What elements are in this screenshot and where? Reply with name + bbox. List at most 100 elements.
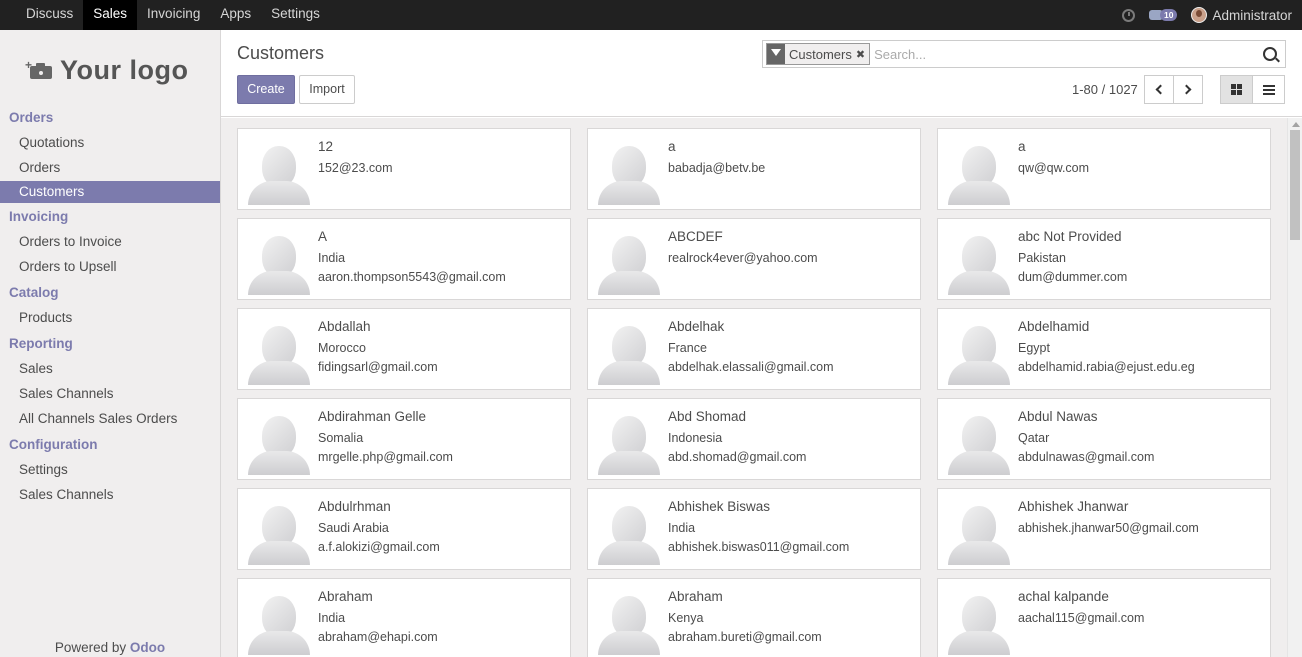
sidebar-item-orders[interactable]: Orders [0,155,220,180]
facet-label: Customers [789,46,852,62]
kanban-icon [1231,84,1242,95]
customer-detail-1: Saudi Arabia [318,521,389,535]
avatar-placeholder-icon [598,323,660,385]
sidebar-item-sales[interactable]: Sales [0,356,220,381]
customer-detail-2: abdelhak.elassali@gmail.com [668,360,834,374]
customer-detail-2: abdulnawas@gmail.com [1018,450,1155,464]
sidebar-item-quotations[interactable]: Quotations [0,130,220,155]
sidebar-item-sales-channels[interactable]: Sales Channels [0,482,220,507]
customer-card[interactable]: achal kalpande aachal115@gmail.com [937,578,1271,657]
sidebar-item-sales-channels[interactable]: Sales Channels [0,381,220,406]
customer-detail-1: abhishek.jhanwar50@gmail.com [1018,521,1199,535]
customer-card[interactable]: Abraham Kenya abraham.bureti@gmail.com [587,578,921,657]
avatar-placeholder-icon [248,593,310,655]
customer-detail-2: mrgelle.php@gmail.com [318,450,453,464]
chevron-left-icon [1155,84,1166,95]
customer-card[interactable]: 12 152@23.com [237,128,571,210]
topmenu-item-discuss[interactable]: Discuss [16,0,83,30]
import-button[interactable]: Import [299,75,355,104]
customer-card[interactable]: Abhishek Jhanwar abhishek.jhanwar50@gmail… [937,488,1271,570]
topmenu-item-apps[interactable]: Apps [210,0,261,30]
avatar-placeholder-icon [598,143,660,205]
systray: 10 Administrator [1122,0,1292,30]
customer-detail-1: Kenya [668,611,704,625]
customer-detail-1: India [318,251,346,265]
customer-detail-2: abhishek.biswas011@gmail.com [668,540,850,554]
topmenu-item-settings[interactable]: Settings [261,0,330,30]
customer-name: Abraham [668,589,723,604]
avatar-placeholder-icon [948,323,1010,385]
customer-name: Abdallah [318,319,371,334]
sidebar-item-all-channels-sales-orders[interactable]: All Channels Sales Orders [0,406,220,431]
company-logo[interactable]: + Your logo [25,50,200,90]
customer-card[interactable]: a qw@qw.com [937,128,1271,210]
customer-name: Abdulrhman [318,499,391,514]
customer-card[interactable]: Abhishek Biswas India abhishek.biswas011@g… [587,488,921,570]
create-button[interactable]: Create [237,75,295,104]
search-input[interactable] [870,42,1263,66]
customer-card[interactable]: A India aaron.thompson5543@gmail.com [237,218,571,300]
customer-card[interactable]: Abdelhamid Egypt abdelhamid.rabia@ejust.ed… [937,308,1271,390]
customer-name: Abdul Nawas [1018,409,1098,424]
pager-previous-button[interactable] [1144,75,1174,104]
odoo-link[interactable]: Odoo [130,640,165,655]
customer-card[interactable]: Abdelhak France abdelhak.elassali@gmail.co… [587,308,921,390]
sidebar-item-products[interactable]: Products [0,305,220,330]
powered-by-text: Powered by [54,640,130,655]
customer-card[interactable]: Abdirahman Gelle Somalia mrgelle.php@gmail… [237,398,571,480]
customer-name: abc Not Provided [1018,229,1122,244]
message-count-badge: 10 [1160,9,1178,21]
customer-name: Abhishek Jhanwar [1018,499,1129,514]
remove-facet-icon[interactable]: ✖ [856,48,869,61]
scrollbar-thumb[interactable] [1290,130,1300,240]
avatar-placeholder-icon [948,593,1010,655]
topmenu-item-sales[interactable]: Sales [83,0,138,30]
sidebar-item-orders-to-upsell[interactable]: Orders to Upsell [0,254,220,279]
customer-card[interactable]: ABCDEF realrock4ever@yahoo.com [587,218,921,300]
customer-card[interactable]: Abd Shomad Indonesia abd.shomad@gmail.com [587,398,921,480]
customer-detail-1: Somalia [318,431,364,445]
sidebar-item-customers[interactable]: Customers [0,181,220,203]
chevron-right-icon [1181,84,1192,95]
pager-next-button[interactable] [1173,75,1203,104]
user-name: Administrator [1212,7,1292,23]
control-panel: Customers Create Import Customers ✖ 1-80… [221,30,1302,117]
customer-detail-1: 152@23.com [318,161,393,175]
customer-card[interactable]: Abraham India abraham@ehapi.com [237,578,571,657]
sidebar-menu: Orders Quotations Orders Customers Invoicing… [0,104,220,507]
filter-icon [767,44,785,64]
topmenu-item-invoicing[interactable]: Invoicing [137,0,210,30]
customer-name: Abdelhamid [1018,319,1090,334]
customer-name: 12 [318,139,334,154]
avatar-placeholder-icon [248,503,310,565]
sidebar-section-reporting: Reporting [9,336,73,351]
activity-clock-icon[interactable] [1122,8,1135,22]
customer-name: achal kalpande [1018,589,1109,604]
customer-card[interactable]: a babadja@betv.be [587,128,921,210]
customer-name: Abraham [318,589,373,604]
top-navbar: Discuss Sales Invoicing Apps Settings 10 Adm… [0,0,1302,30]
customer-card[interactable]: abc Not Provided Pakistan dum@dummer.com [937,218,1271,300]
user-menu[interactable]: Administrator [1191,7,1292,23]
kanban-view-button[interactable] [1220,75,1253,104]
customer-card[interactable]: Abdulrhman Saudi Arabia a.f.alokizi@gmail.… [237,488,571,570]
user-avatar [1191,7,1208,23]
sidebar-section-orders: Orders [9,110,54,125]
customer-detail-2: dum@dummer.com [1018,270,1128,284]
scroll-up-arrow-icon[interactable] [1292,122,1300,127]
sidebar-item-settings[interactable]: Settings [0,457,220,482]
list-view-button[interactable] [1252,75,1285,104]
messages-button[interactable]: 10 [1149,9,1178,21]
customer-detail-2: a.f.alokizi@gmail.com [318,540,440,554]
customer-detail-2: abd.shomad@gmail.com [668,450,807,464]
sidebar-item-orders-to-invoice[interactable]: Orders to Invoice [0,229,220,254]
avatar-placeholder-icon [598,503,660,565]
customer-detail-1: France [668,341,707,355]
vertical-scrollbar[interactable] [1287,118,1302,657]
customer-detail-1: Qatar [1018,431,1050,445]
customer-card[interactable]: Abdul Nawas Qatar abdulnawas@gmail.com [937,398,1271,480]
pager-value[interactable]: 1-80 / 1027 [1072,82,1138,97]
customer-detail-1: qw@qw.com [1018,161,1090,175]
customer-card[interactable]: Abdallah Morocco fidingsarl@gmail.com [237,308,571,390]
search-icon[interactable] [1263,47,1277,61]
